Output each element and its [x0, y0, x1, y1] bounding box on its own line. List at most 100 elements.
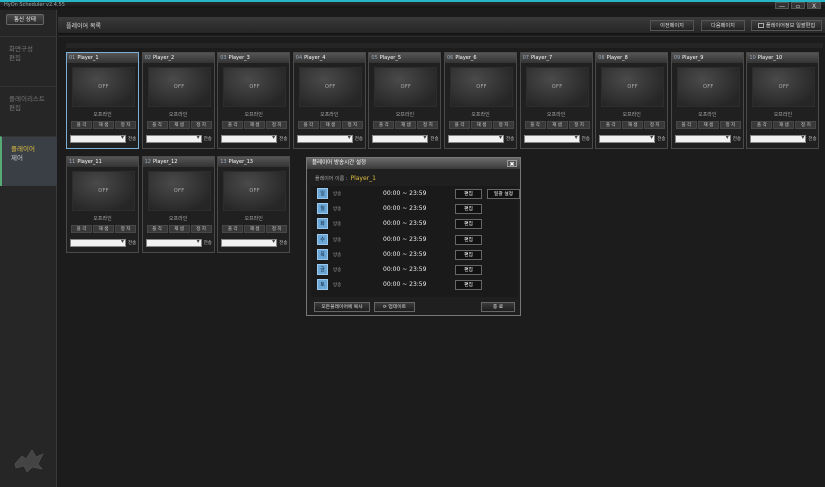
- stop-button[interactable]: 정 지: [341, 121, 363, 129]
- play-button[interactable]: 플 각: [373, 121, 395, 129]
- play-button[interactable]: 플 각: [449, 121, 470, 129]
- minimize-button[interactable]: —: [775, 2, 789, 10]
- play-button[interactable]: 플 각: [297, 121, 319, 129]
- send-button[interactable]: 전송: [128, 240, 136, 246]
- edit-time-button[interactable]: 편집: [455, 265, 482, 275]
- stop-button[interactable]: 정 지: [719, 121, 741, 129]
- stop-button[interactable]: 정 지: [115, 225, 136, 233]
- play-button[interactable]: 플 각: [222, 121, 244, 129]
- playlist-dropdown[interactable]: [70, 238, 126, 247]
- dialog-close-button[interactable]: ✖: [507, 160, 517, 168]
- edit-time-button[interactable]: 편집: [455, 204, 482, 215]
- player-card[interactable]: 06Player_6 OFF 오프라인플 각재 샘정 지전송: [444, 52, 517, 149]
- send-button[interactable]: 전송: [128, 136, 136, 142]
- play-button[interactable]: 플 각: [600, 121, 622, 129]
- playlist-dropdown[interactable]: [750, 134, 807, 143]
- reset-button[interactable]: 재 샘: [697, 121, 719, 129]
- maximize-button[interactable]: ▫: [791, 2, 805, 10]
- reset-button[interactable]: 재 샘: [93, 121, 114, 129]
- play-button[interactable]: 플 각: [146, 121, 168, 129]
- send-button[interactable]: 전송: [430, 136, 438, 142]
- send-button[interactable]: 전송: [733, 136, 741, 142]
- playlist-dropdown[interactable]: [70, 134, 126, 143]
- stop-button[interactable]: 정 지: [417, 121, 439, 129]
- player-card[interactable]: 05Player_5 OFF 오프라인플 각재 샘정 지전송: [368, 52, 442, 149]
- playlist-dropdown[interactable]: [372, 134, 429, 143]
- play-button[interactable]: 플 각: [524, 121, 546, 129]
- playlist-dropdown[interactable]: [221, 238, 278, 247]
- update-button[interactable]: ⟳ 업데이트: [374, 302, 415, 312]
- prev-page-button[interactable]: 이전페이지: [650, 20, 694, 31]
- send-button[interactable]: 전송: [506, 136, 514, 142]
- reset-button[interactable]: 재 샘: [93, 225, 114, 233]
- play-button[interactable]: 플 각: [146, 225, 168, 233]
- stop-button[interactable]: 정 지: [266, 225, 288, 233]
- edit-time-button[interactable]: 편집: [455, 280, 482, 291]
- batch-set-button[interactable]: 일괄 설정: [487, 189, 520, 199]
- send-button[interactable]: 전송: [355, 136, 363, 142]
- edit-time-button[interactable]: 편집: [455, 189, 482, 199]
- player-card[interactable]: 07Player_7 OFF 오프라인플 각재 샘정 지전송: [519, 52, 593, 149]
- stop-button[interactable]: 정 지: [115, 121, 136, 129]
- stop-button[interactable]: 정 지: [568, 121, 590, 129]
- edit-time-button[interactable]: 편집: [455, 219, 482, 230]
- copy-to-all-button[interactable]: 모든플레이어에 복사: [314, 302, 370, 312]
- play-button[interactable]: 플 각: [222, 225, 244, 233]
- playlist-dropdown[interactable]: [145, 238, 202, 247]
- send-button[interactable]: 전송: [279, 240, 287, 246]
- stop-button[interactable]: 정 지: [644, 121, 666, 129]
- play-button[interactable]: 플 각: [71, 121, 92, 129]
- player-card[interactable]: 03Player_3 OFF 오프라인플 각재 샘정 지전송: [217, 52, 291, 149]
- playlist-dropdown[interactable]: [221, 134, 278, 143]
- sidebar-item-layout-edit[interactable]: 화면구성 편집: [0, 36, 57, 86]
- stop-button[interactable]: 정 지: [795, 121, 817, 129]
- stop-button[interactable]: 정 지: [190, 121, 212, 129]
- edit-time-button[interactable]: 편집: [455, 234, 482, 245]
- player-card[interactable]: 11Player_11 OFF 오프라인플 각재 샘정 지전송: [66, 156, 139, 253]
- playlist-dropdown[interactable]: [599, 134, 656, 143]
- player-card[interactable]: 02Player_2 OFF 오프라인플 각재 샘정 지전송: [141, 52, 215, 149]
- player-card[interactable]: 01Player_1 OFF 오프라인플 각재 샘정 지전송: [66, 52, 139, 149]
- playlist-dropdown[interactable]: [448, 134, 504, 143]
- player-card[interactable]: 04Player_4 OFF 오프라인플 각재 샘정 지전송: [292, 52, 366, 149]
- send-button[interactable]: 전송: [657, 136, 665, 142]
- reset-button[interactable]: 재 샘: [773, 121, 795, 129]
- playlist-dropdown[interactable]: [523, 134, 580, 143]
- comm-status-button[interactable]: 통신 상태: [6, 14, 44, 25]
- reset-button[interactable]: 재 샘: [471, 121, 492, 129]
- dialog-exit-button[interactable]: 종 료: [481, 302, 515, 312]
- play-button[interactable]: 플 각: [675, 121, 697, 129]
- reset-button[interactable]: 재 샘: [319, 121, 341, 129]
- edit-time-button[interactable]: 편집: [455, 249, 482, 260]
- send-button[interactable]: 전송: [204, 240, 212, 246]
- reset-button[interactable]: 재 샘: [395, 121, 417, 129]
- reset-button[interactable]: 재 샘: [168, 225, 190, 233]
- send-button[interactable]: 전송: [279, 136, 287, 142]
- stop-button[interactable]: 정 지: [190, 225, 212, 233]
- reset-button[interactable]: 재 샘: [546, 121, 568, 129]
- batch-edit-button[interactable]: 플레이어정보 일괄편집: [751, 20, 822, 31]
- reset-button[interactable]: 재 샘: [244, 225, 266, 233]
- playlist-dropdown[interactable]: [674, 134, 731, 143]
- next-page-button[interactable]: 다음페이지: [701, 20, 745, 31]
- playlist-dropdown[interactable]: [145, 134, 202, 143]
- stop-button[interactable]: 정 지: [266, 121, 288, 129]
- reset-button[interactable]: 재 샘: [168, 121, 190, 129]
- player-card[interactable]: 10Player_10 OFF 오프라인플 각재 샘정 지전송: [746, 52, 820, 149]
- player-card[interactable]: 13Player_13 OFF 오프라인플 각재 샘정 지전송: [217, 156, 291, 253]
- player-card[interactable]: 08Player_8 OFF 오프라인플 각재 샘정 지전송: [595, 52, 669, 149]
- sidebar-item-playlist-edit[interactable]: 플레이리스트 편집: [0, 86, 57, 136]
- play-button[interactable]: 플 각: [751, 121, 773, 129]
- player-card[interactable]: 12Player_12 OFF 오프라인플 각재 샘정 지전송: [141, 156, 215, 253]
- playlist-dropdown[interactable]: [296, 134, 353, 143]
- send-button[interactable]: 전송: [204, 136, 212, 142]
- send-button[interactable]: 전송: [582, 136, 590, 142]
- reset-button[interactable]: 재 샘: [244, 121, 266, 129]
- play-button[interactable]: 플 각: [71, 225, 92, 233]
- stop-button[interactable]: 정 지: [493, 121, 514, 129]
- sidebar-item-player-control[interactable]: 플레이어 제어: [0, 136, 57, 186]
- close-window-button[interactable]: X: [807, 2, 821, 10]
- player-card[interactable]: 09Player_9 OFF 오프라인플 각재 샘정 지전송: [670, 52, 744, 149]
- send-button[interactable]: 전송: [808, 136, 816, 142]
- reset-button[interactable]: 재 샘: [622, 121, 644, 129]
